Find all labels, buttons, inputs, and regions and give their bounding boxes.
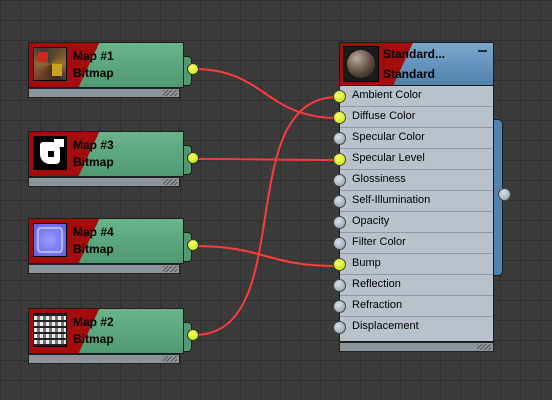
output-socket[interactable] <box>187 63 199 75</box>
slot-label: Specular Color <box>352 131 425 143</box>
slot-label: Diffuse Color <box>352 110 416 122</box>
slot-label: Glossiness <box>352 173 406 185</box>
input-socket[interactable] <box>333 258 346 271</box>
slot-displacement[interactable]: Displacement <box>333 317 493 338</box>
resize-grip-icon[interactable] <box>477 344 491 350</box>
map-node-type: Bitmap <box>73 332 114 346</box>
map-node-1[interactable]: Map #1 Bitmap <box>28 42 199 100</box>
resize-grip-icon[interactable] <box>163 266 177 272</box>
slot-diffuse-color[interactable]: Diffuse Color <box>333 107 493 128</box>
node-footer <box>339 342 494 352</box>
material-output-socket[interactable] <box>498 188 511 201</box>
input-socket[interactable] <box>333 132 346 145</box>
input-socket[interactable] <box>333 237 346 250</box>
material-node-header[interactable]: Standard... Standard <box>339 42 494 86</box>
slot-label: Reflection <box>352 278 401 290</box>
node-editor-canvas[interactable]: Map #1 Bitmap Map #3 Bitmap Map #4 Bitma… <box>0 0 552 400</box>
slot-filter-color[interactable]: Filter Color <box>333 233 493 254</box>
map-node-4[interactable]: Map #4 Bitmap <box>28 218 199 276</box>
slot-label: Specular Level <box>352 152 425 164</box>
map-node-name: Map #1 <box>73 49 114 63</box>
node-footer <box>28 177 180 187</box>
material-slot-list: Ambient Color Diffuse Color Specular Col… <box>333 86 494 342</box>
slot-bump[interactable]: Bump <box>333 254 493 275</box>
collapse-icon[interactable] <box>478 50 487 52</box>
map-node-type: Bitmap <box>73 66 114 80</box>
map-node-name: Map #2 <box>73 315 114 329</box>
input-socket[interactable] <box>333 321 346 334</box>
input-socket[interactable] <box>333 153 346 166</box>
material-node-name: Standard... <box>383 47 446 61</box>
material-node-type: Standard <box>383 67 436 81</box>
input-socket[interactable] <box>333 90 346 103</box>
slot-refraction[interactable]: Refraction <box>333 296 493 317</box>
material-node[interactable]: Standard... Standard Ambient Color Diffu… <box>333 42 511 353</box>
slot-label: Opacity <box>352 215 390 227</box>
node-footer <box>28 264 180 274</box>
input-socket[interactable] <box>333 111 346 124</box>
input-socket[interactable] <box>333 216 346 229</box>
output-socket[interactable] <box>187 329 199 341</box>
node-footer <box>28 88 180 98</box>
texture-thumbnail-3 <box>33 136 67 170</box>
wire-map3-specular-level[interactable] <box>193 158 339 161</box>
texture-thumbnail-4 <box>33 223 67 257</box>
output-socket[interactable] <box>187 152 199 164</box>
resize-grip-icon[interactable] <box>163 90 177 96</box>
wire-map1-diffuse[interactable] <box>193 68 339 119</box>
slot-glossiness[interactable]: Glossiness <box>333 170 493 191</box>
texture-thumbnail-2 <box>33 313 67 347</box>
sphere-preview-icon <box>347 50 375 78</box>
slot-label: Ambient Color <box>352 89 422 101</box>
map-node-name: Map #3 <box>73 138 114 152</box>
input-socket[interactable] <box>333 174 346 187</box>
map-node-2[interactable]: Map #2 Bitmap <box>28 308 199 366</box>
slot-specular-color[interactable]: Specular Color <box>333 128 493 149</box>
material-sphere-thumbnail <box>343 46 379 82</box>
input-socket[interactable] <box>333 300 346 313</box>
slot-reflection[interactable]: Reflection <box>333 275 493 296</box>
map-node-type: Bitmap <box>73 155 114 169</box>
slot-opacity[interactable]: Opacity <box>333 212 493 233</box>
map-node-header[interactable]: Map #4 Bitmap <box>28 218 184 264</box>
slot-label: Filter Color <box>352 236 406 248</box>
slot-label: Bump <box>352 257 381 269</box>
map-node-header[interactable]: Map #1 Bitmap <box>28 42 184 88</box>
wire-map4-bump[interactable] <box>193 245 339 267</box>
slot-label: Refraction <box>352 299 403 311</box>
resize-grip-icon[interactable] <box>163 356 177 362</box>
map-node-type: Bitmap <box>73 242 114 256</box>
slot-label: Self-Illumination <box>352 194 431 206</box>
slot-self-illumination[interactable]: Self-Illumination <box>333 191 493 212</box>
slot-ambient-color[interactable]: Ambient Color <box>333 86 493 107</box>
output-socket[interactable] <box>187 239 199 251</box>
map-node-name: Map #4 <box>73 225 114 239</box>
map-node-header[interactable]: Map #3 Bitmap <box>28 131 184 177</box>
input-socket[interactable] <box>333 279 346 292</box>
slot-specular-level[interactable]: Specular Level <box>333 149 493 170</box>
texture-thumbnail-1 <box>33 47 67 81</box>
map-node-header[interactable]: Map #2 Bitmap <box>28 308 184 354</box>
node-footer <box>28 354 180 364</box>
map-node-3[interactable]: Map #3 Bitmap <box>28 131 199 189</box>
wire-map2-ambient[interactable] <box>193 96 339 336</box>
input-socket[interactable] <box>333 195 346 208</box>
slot-label: Displacement <box>352 320 419 332</box>
resize-grip-icon[interactable] <box>163 179 177 185</box>
